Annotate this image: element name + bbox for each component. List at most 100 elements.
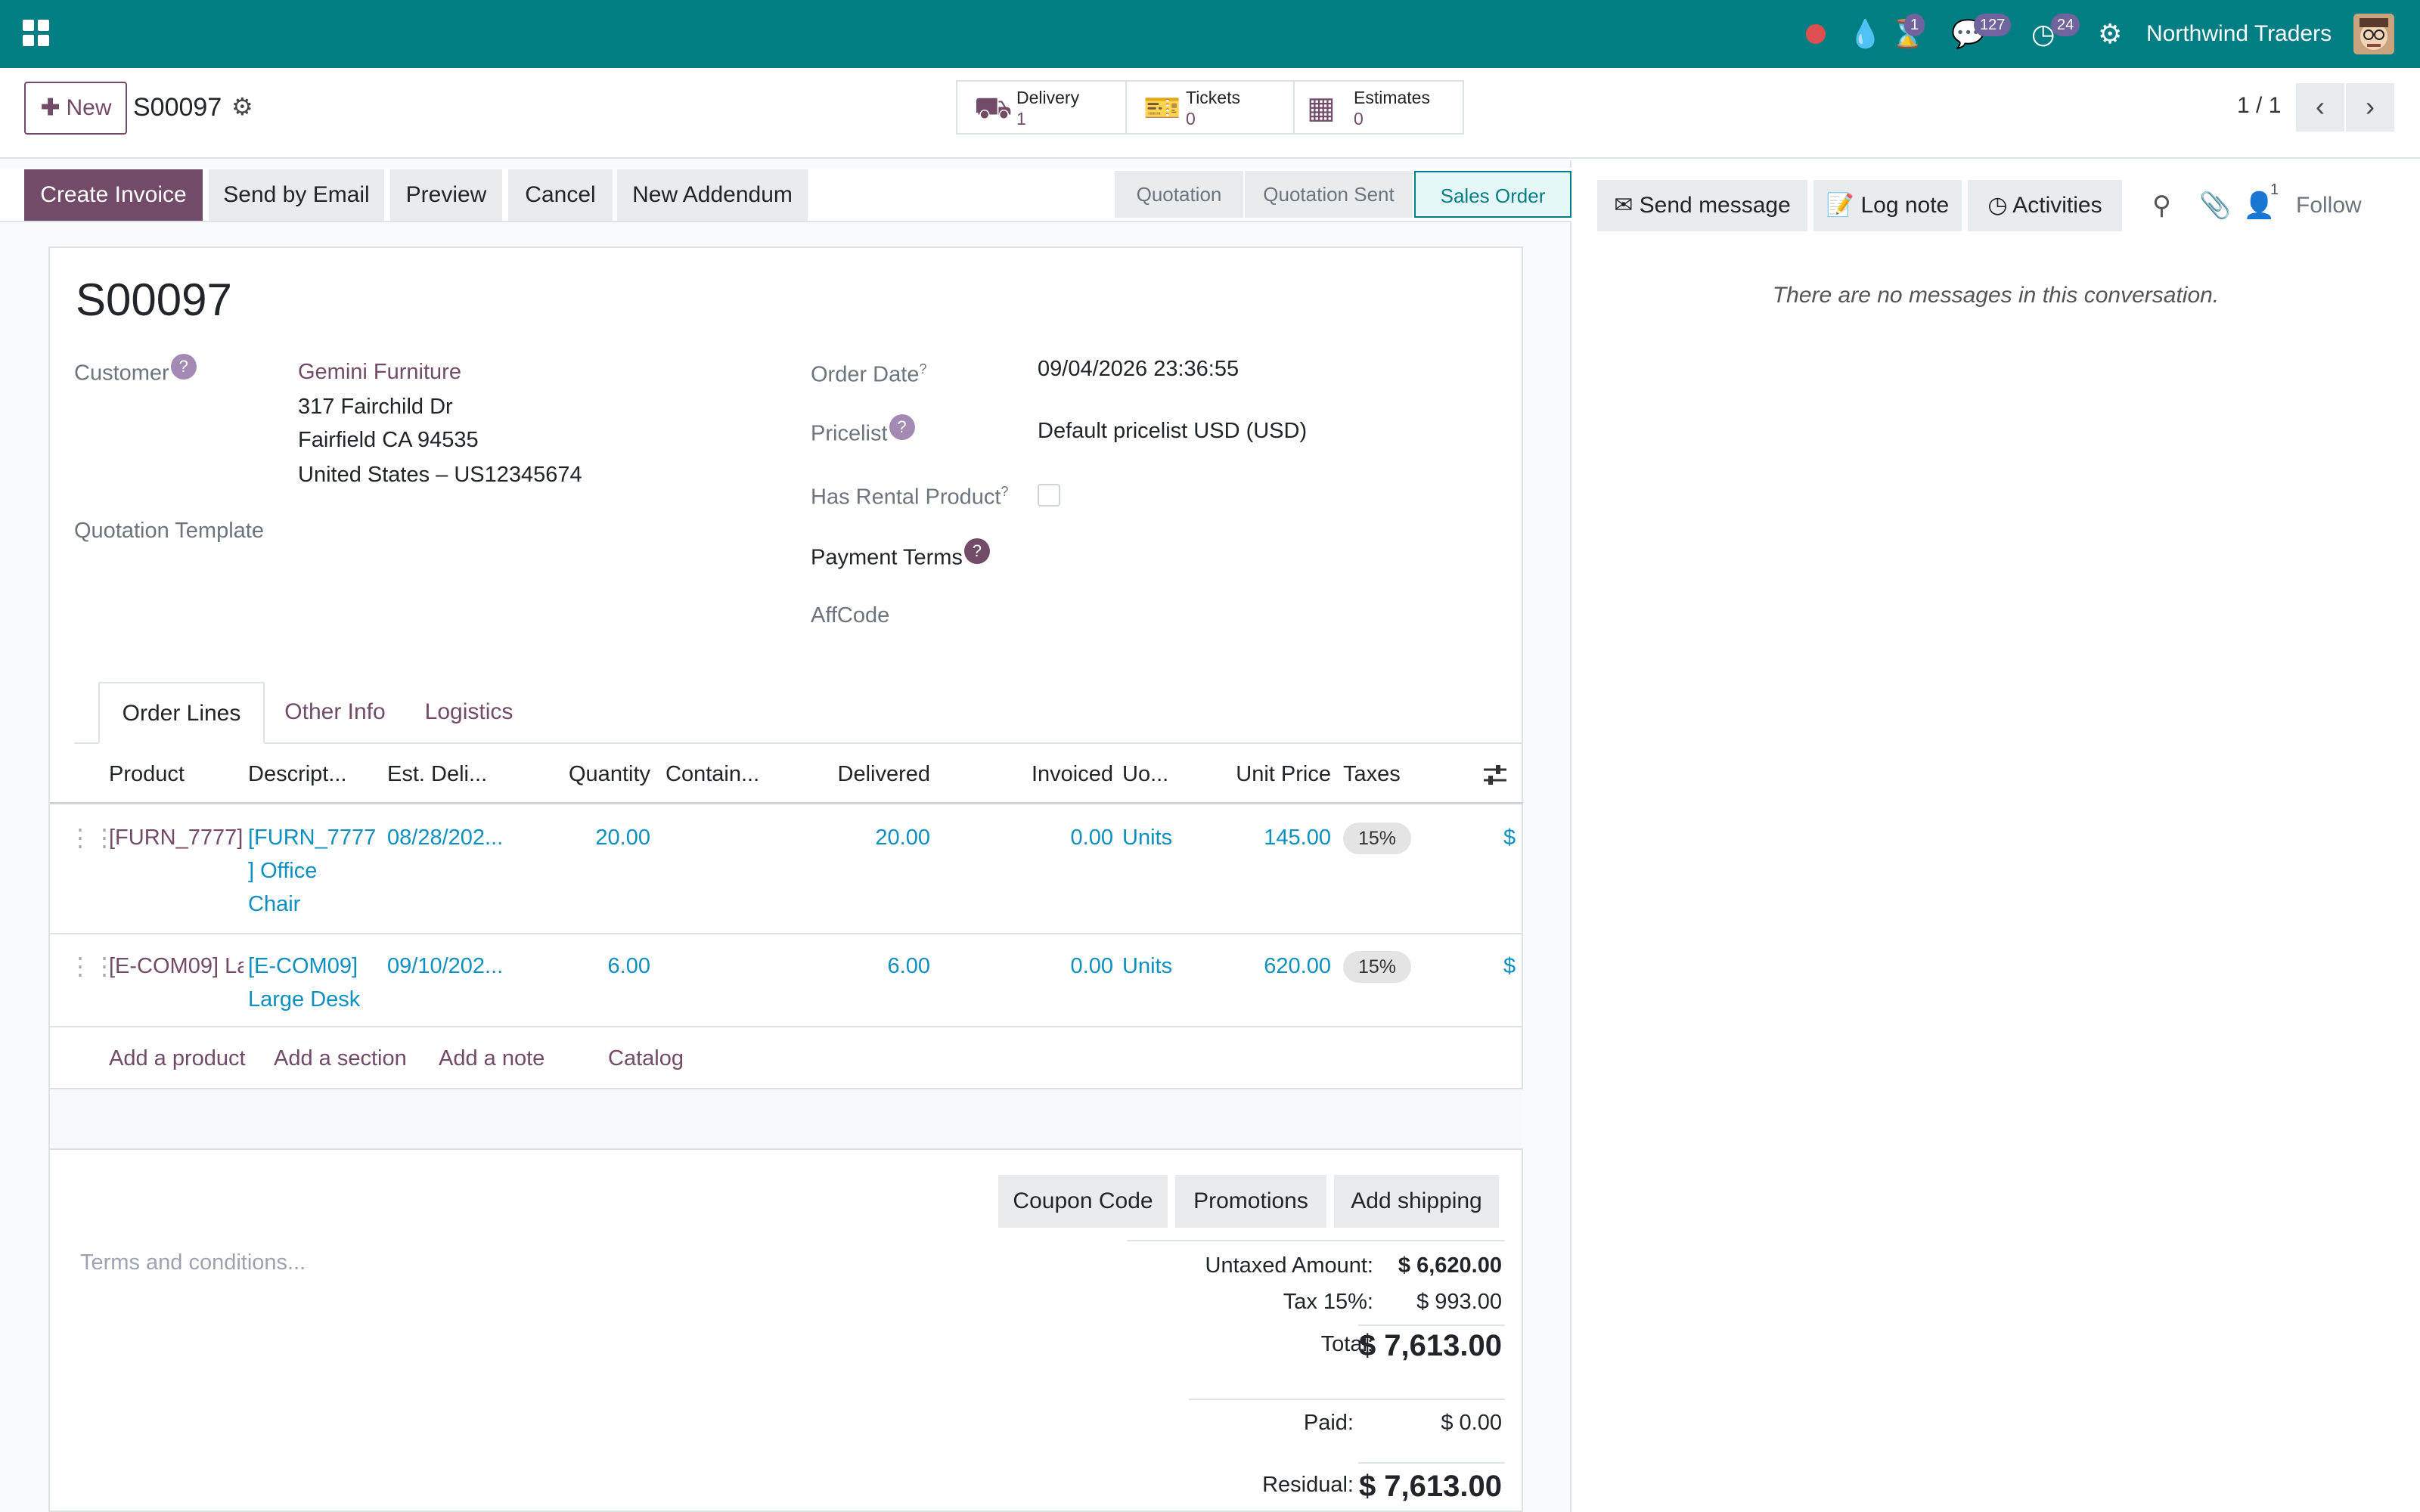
- col-delivered[interactable]: Delivered: [806, 744, 931, 804]
- tab-other-info[interactable]: Other Info: [278, 682, 392, 744]
- follow-button[interactable]: Follow: [2296, 187, 2362, 224]
- tab-logistics[interactable]: Logistics: [408, 682, 529, 744]
- col-est-delivery[interactable]: Est. Deli...: [387, 744, 508, 804]
- col-unit-price[interactable]: Unit Price: [1207, 744, 1331, 804]
- help-icon[interactable]: ?: [170, 354, 197, 380]
- customer-address-line3: United States – US12345674: [298, 463, 582, 487]
- tickets-smart-button[interactable]: 🎫 Tickets 0: [1125, 80, 1295, 135]
- tab-order-lines[interactable]: Order Lines: [98, 682, 265, 744]
- terms-input[interactable]: Terms and conditions...: [80, 1247, 306, 1278]
- row-delivered[interactable]: 6.00: [806, 950, 930, 983]
- send-message-label: Send message: [1639, 193, 1791, 218]
- clock-icon: ◷: [1987, 193, 2008, 218]
- row-product[interactable]: [E-COM09] La: [109, 950, 244, 983]
- paperclip-icon[interactable]: 📎: [2199, 186, 2231, 225]
- col-quantity[interactable]: Quantity: [557, 744, 650, 804]
- activities-label: Activities: [2012, 193, 2102, 218]
- order-date-field[interactable]: 09/04/2026 23:36:55: [1038, 352, 1239, 386]
- untaxed-amount: $ 6,620.00: [1398, 1253, 1502, 1278]
- rental-checkbox[interactable]: [1038, 484, 1060, 507]
- affcode-label: AffCode: [811, 603, 890, 627]
- delivery-smart-button[interactable]: ⛟ Delivery 1: [956, 80, 1127, 135]
- row-quantity[interactable]: 6.00: [557, 950, 650, 983]
- row-est-delivery[interactable]: 09/10/202...: [387, 950, 516, 983]
- send-message-button[interactable]: ✉ Send message: [1597, 180, 1807, 231]
- row-uom[interactable]: Units: [1122, 950, 1198, 983]
- help-icon[interactable]: ?: [963, 538, 990, 564]
- row-delivered[interactable]: 20.00: [806, 821, 930, 854]
- col-uom[interactable]: Uo...: [1122, 744, 1183, 804]
- tax-badge[interactable]: 15%: [1343, 951, 1411, 983]
- row-unit-price[interactable]: 145.00: [1207, 821, 1331, 854]
- pricelist-field[interactable]: Default pricelist USD (USD): [1038, 414, 1307, 448]
- estimates-count: 0: [1354, 109, 1364, 129]
- search-icon[interactable]: ⚲: [2152, 186, 2171, 225]
- row-description-line3[interactable]: Chair: [248, 888, 384, 921]
- add-shipping-button[interactable]: Add shipping: [1334, 1175, 1499, 1228]
- preview-button[interactable]: Preview: [390, 169, 502, 221]
- row-product[interactable]: [FURN_7777]: [109, 821, 244, 854]
- cancel-button[interactable]: Cancel: [508, 169, 613, 221]
- help-icon[interactable]: ?: [889, 414, 915, 440]
- pricelist-label-text: Pricelist: [811, 421, 888, 446]
- stage-quotation-sent[interactable]: Quotation Sent: [1245, 171, 1413, 218]
- row-est-delivery[interactable]: 08/28/202...: [387, 821, 516, 854]
- create-invoice-button[interactable]: Create Invoice: [24, 169, 203, 221]
- catalog-link[interactable]: Catalog: [608, 1027, 684, 1089]
- table-row[interactable]: ⋮⋮ [E-COM09] La [E-COM09] Large Desk 09/…: [50, 934, 1523, 1027]
- table-row[interactable]: ⋮⋮ [FURN_7777] [FURN_7777 ] Office Chair…: [50, 806, 1523, 934]
- row-invoiced[interactable]: 0.00: [1007, 950, 1113, 983]
- optional-columns-icon[interactable]: [1482, 762, 1508, 788]
- add-note-link[interactable]: Add a note: [439, 1027, 544, 1089]
- settings-icon[interactable]: ⚙: [2098, 17, 2122, 51]
- customer-link[interactable]: Gemini Furniture: [298, 355, 461, 389]
- chevron-right-icon: ›: [2366, 91, 2375, 122]
- row-subtotal: $: [1503, 826, 1516, 850]
- coupon-code-button[interactable]: Coupon Code: [998, 1175, 1168, 1228]
- promotions-button[interactable]: Promotions: [1175, 1175, 1326, 1228]
- send-email-button[interactable]: Send by Email: [209, 169, 384, 221]
- record-icon[interactable]: [1806, 24, 1826, 44]
- row-invoiced[interactable]: 0.00: [1007, 821, 1113, 854]
- add-product-link[interactable]: Add a product: [109, 1027, 246, 1089]
- col-description[interactable]: Descript...: [248, 744, 377, 804]
- residual-divider: [1358, 1462, 1505, 1464]
- col-taxes[interactable]: Taxes: [1343, 744, 1434, 804]
- col-container[interactable]: Contain...: [666, 744, 779, 804]
- col-product[interactable]: Product: [109, 744, 237, 804]
- stage-quotation[interactable]: Quotation: [1115, 171, 1243, 218]
- user-avatar[interactable]: [2353, 14, 2394, 54]
- apps-icon[interactable]: [23, 20, 50, 47]
- row-description-line2[interactable]: ] Office: [248, 854, 384, 888]
- activities-button[interactable]: ◷ Activities: [1968, 180, 2122, 231]
- drop-icon[interactable]: 💧: [1848, 17, 1882, 51]
- pager-value[interactable]: 1 / 1: [2237, 89, 2281, 122]
- envelope-icon: ✉: [1614, 193, 1634, 218]
- customer-address-line1: 317 Fairchild Dr: [298, 395, 453, 419]
- customer-label: Customer?: [74, 354, 197, 389]
- tax-badge[interactable]: 15%: [1343, 823, 1411, 854]
- row-quantity[interactable]: 20.00: [557, 821, 650, 854]
- row-description-line2[interactable]: Large Desk: [248, 983, 384, 1016]
- row-unit-price[interactable]: 620.00: [1207, 950, 1331, 983]
- delivery-label: Delivery: [1016, 88, 1080, 107]
- payment-terms-label: Payment Terms?: [811, 538, 990, 573]
- log-note-button[interactable]: 📝 Log note: [1813, 180, 1962, 231]
- stage-sales-order[interactable]: Sales Order: [1414, 171, 1571, 218]
- row-description-line1[interactable]: [E-COM09]: [248, 950, 384, 983]
- estimates-smart-button[interactable]: ▦ Estimates 0: [1293, 80, 1464, 135]
- new-button-label: New: [66, 95, 112, 120]
- pager-previous-button[interactable]: ‹: [2296, 83, 2344, 132]
- row-uom[interactable]: Units: [1122, 821, 1198, 854]
- followers-count: 1: [2270, 181, 2279, 198]
- gear-icon[interactable]: ⚙: [231, 89, 253, 124]
- pager-next-button[interactable]: ›: [2346, 83, 2394, 132]
- row-description-line1[interactable]: [FURN_7777: [248, 821, 384, 854]
- col-invoiced[interactable]: Invoiced: [1007, 744, 1113, 804]
- company-name[interactable]: Northwind Traders: [2146, 18, 2332, 50]
- calculator-icon: ▦: [1307, 91, 1336, 125]
- truck-icon: ⛟: [974, 91, 1013, 125]
- new-button[interactable]: ✚ New: [24, 82, 127, 135]
- new-addendum-button[interactable]: New Addendum: [617, 169, 808, 221]
- add-section-link[interactable]: Add a section: [274, 1027, 407, 1089]
